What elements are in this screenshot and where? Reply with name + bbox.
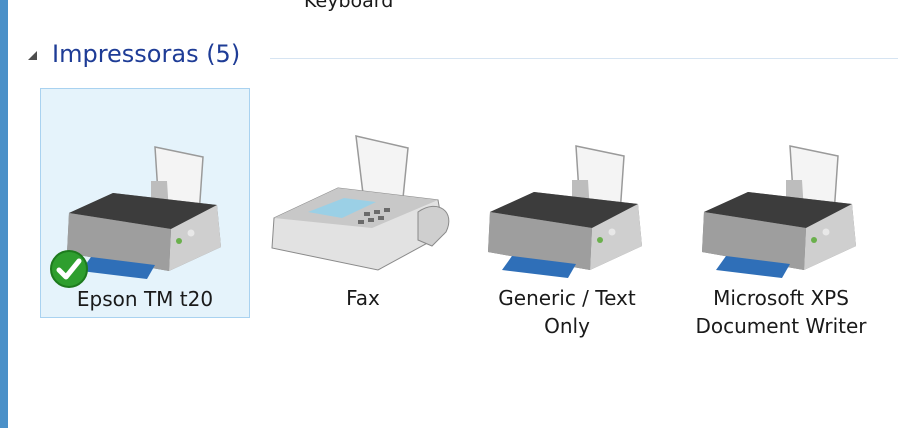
device-label: Generic / Text Only — [498, 286, 636, 338]
device-label: Fax — [346, 286, 380, 310]
device-label: Microsoft XPS Document Writer — [695, 286, 867, 338]
group-divider — [270, 58, 898, 59]
default-check-icon — [50, 250, 88, 288]
printer-icon — [488, 145, 642, 278]
device-label: Epson TM t20 — [76, 287, 214, 311]
device-tile-fax[interactable]: Fax — [258, 88, 468, 318]
fax-icon — [271, 135, 450, 271]
printer-icon — [702, 145, 856, 278]
group-title: Impressoras (5) — [52, 40, 241, 68]
collapse-arrow-icon[interactable] — [28, 51, 37, 60]
left-rail — [0, 0, 8, 428]
device-tile-microsoft-xps[interactable]: Microsoft XPS Document Writer — [676, 88, 886, 338]
group-header[interactable]: Impressoras (5) — [28, 40, 898, 76]
device-tile-epson[interactable]: Epson TM t20 — [40, 88, 250, 318]
device-tile-generic-text-only[interactable]: Generic / Text Only — [462, 88, 672, 338]
previous-device-label[interactable]: Keyboard — [304, 0, 393, 12]
